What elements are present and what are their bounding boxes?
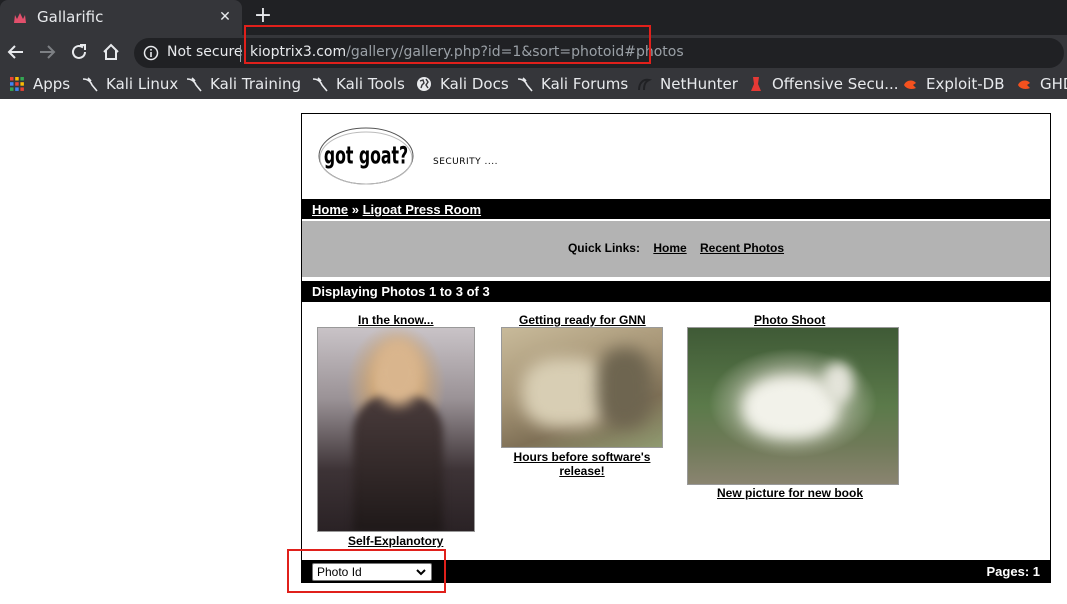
kali-dragon-icon bbox=[82, 77, 98, 92]
tab-close-icon[interactable]: ✕ bbox=[216, 8, 234, 26]
photo-caption-link[interactable]: Self-Explanotory bbox=[348, 534, 443, 548]
bookmarks-bar: Apps Kali Linux Kali Training Kali Tools… bbox=[0, 69, 1067, 99]
site-tagline: SECURITY .... bbox=[433, 157, 498, 167]
bookmark-label: Kali Docs bbox=[440, 75, 509, 93]
sort-select-highlight-box bbox=[287, 549, 446, 593]
home-icon[interactable] bbox=[100, 41, 122, 63]
bookmark-label: Offensive Secu... bbox=[772, 75, 899, 93]
photo-subject bbox=[353, 393, 443, 531]
bookmark-label: Apps bbox=[33, 75, 71, 93]
quick-links-bar: Quick Links: Home Recent Photos bbox=[302, 220, 1050, 277]
url-highlight-box bbox=[244, 25, 651, 64]
gallery-container: got goat? SECURITY .... Home » Ligoat Pr… bbox=[301, 113, 1051, 583]
bookmark-kali-forums[interactable]: Kali Forums bbox=[517, 74, 628, 94]
new-tab-button[interactable]: + bbox=[252, 5, 274, 27]
photo-thumbnail[interactable] bbox=[317, 327, 475, 532]
breadcrumb-home-link[interactable]: Home bbox=[312, 202, 348, 217]
reload-icon[interactable] bbox=[68, 41, 90, 63]
photo-title-link[interactable]: Getting ready for GNN bbox=[519, 313, 646, 327]
bookmark-ghdb[interactable]: GHD bbox=[1016, 74, 1067, 94]
photo-caption-link[interactable]: New picture for new book bbox=[717, 486, 863, 500]
tab-title: Gallarific bbox=[37, 8, 104, 26]
not-secure-label[interactable]: Not secure bbox=[167, 44, 243, 60]
bookmark-label: Kali Training bbox=[210, 75, 302, 93]
globe-icon bbox=[417, 77, 431, 91]
bookmark-kali-tools[interactable]: Kali Tools bbox=[312, 74, 405, 94]
bookmark-label: Kali Forums bbox=[541, 75, 629, 93]
photo-subject bbox=[597, 348, 652, 428]
bookmark-kali-docs[interactable]: Kali Docs bbox=[416, 74, 509, 94]
photo-face bbox=[373, 338, 423, 406]
bookmark-label: Exploit-DB bbox=[926, 75, 1005, 93]
photo-thumbnail[interactable] bbox=[501, 327, 663, 448]
photo-title-link[interactable]: In the know... bbox=[358, 313, 434, 327]
pages-indicator: Pages: 1 bbox=[986, 564, 1040, 579]
breadcrumb-separator: » bbox=[348, 202, 363, 217]
gallarific-favicon-icon bbox=[14, 13, 26, 23]
kali-dragon-icon bbox=[312, 77, 328, 92]
info-icon[interactable] bbox=[143, 45, 159, 61]
browser-tab[interactable]: Gallarific ✕ bbox=[0, 0, 242, 35]
logo-text: got goat? bbox=[324, 142, 408, 169]
omnibox-divider bbox=[240, 45, 241, 62]
bookmark-apps[interactable]: Apps bbox=[9, 74, 70, 94]
bookmark-label: GHD bbox=[1040, 75, 1067, 93]
quick-links-label: Quick Links: bbox=[567, 241, 640, 255]
bookmark-nethunter[interactable]: NetHunter bbox=[636, 74, 738, 94]
quick-link-home[interactable]: Home bbox=[653, 241, 686, 255]
photo-title-link[interactable]: Photo Shoot bbox=[754, 313, 825, 327]
kali-dragon-icon bbox=[517, 77, 533, 92]
displaying-photos-header: Displaying Photos 1 to 3 of 3 bbox=[302, 280, 1050, 302]
site-header: got goat? SECURITY .... bbox=[302, 114, 1050, 196]
bookmark-label: Kali Linux bbox=[106, 75, 179, 93]
got-goat-logo[interactable]: got goat? bbox=[317, 126, 415, 186]
exploitdb-icon bbox=[1018, 80, 1030, 89]
exploitdb-icon bbox=[904, 80, 916, 89]
photo-subject bbox=[823, 363, 853, 403]
breadcrumb-current-link[interactable]: Ligoat Press Room bbox=[363, 202, 481, 217]
bookmark-offensive-security[interactable]: Offensive Secu... bbox=[748, 74, 899, 94]
bookmark-label: Kali Tools bbox=[336, 75, 405, 93]
back-arrow-icon[interactable] bbox=[5, 41, 27, 63]
quick-link-recent-photos[interactable]: Recent Photos bbox=[700, 241, 784, 255]
forward-arrow-icon[interactable] bbox=[36, 41, 58, 63]
displaying-count: Displaying Photos 1 to 3 of 3 bbox=[312, 284, 490, 299]
breadcrumb: Home » Ligoat Press Room bbox=[302, 198, 1050, 219]
bookmark-kali-training[interactable]: Kali Training bbox=[186, 74, 301, 94]
apps-grid-icon bbox=[10, 77, 24, 91]
bookmark-label: NetHunter bbox=[660, 75, 738, 93]
nethunter-icon bbox=[638, 78, 652, 91]
bookmark-kali-linux[interactable]: Kali Linux bbox=[82, 74, 178, 94]
kali-dragon-icon bbox=[186, 77, 202, 92]
photo-grid: In the know... Self-Explanotory Getting … bbox=[302, 303, 1050, 557]
bookmark-exploit-db[interactable]: Exploit-DB bbox=[902, 74, 1005, 94]
offsec-icon bbox=[751, 77, 761, 91]
photo-caption-link[interactable]: Hours before software's release! bbox=[501, 450, 663, 478]
photo-thumbnail[interactable] bbox=[687, 327, 899, 485]
